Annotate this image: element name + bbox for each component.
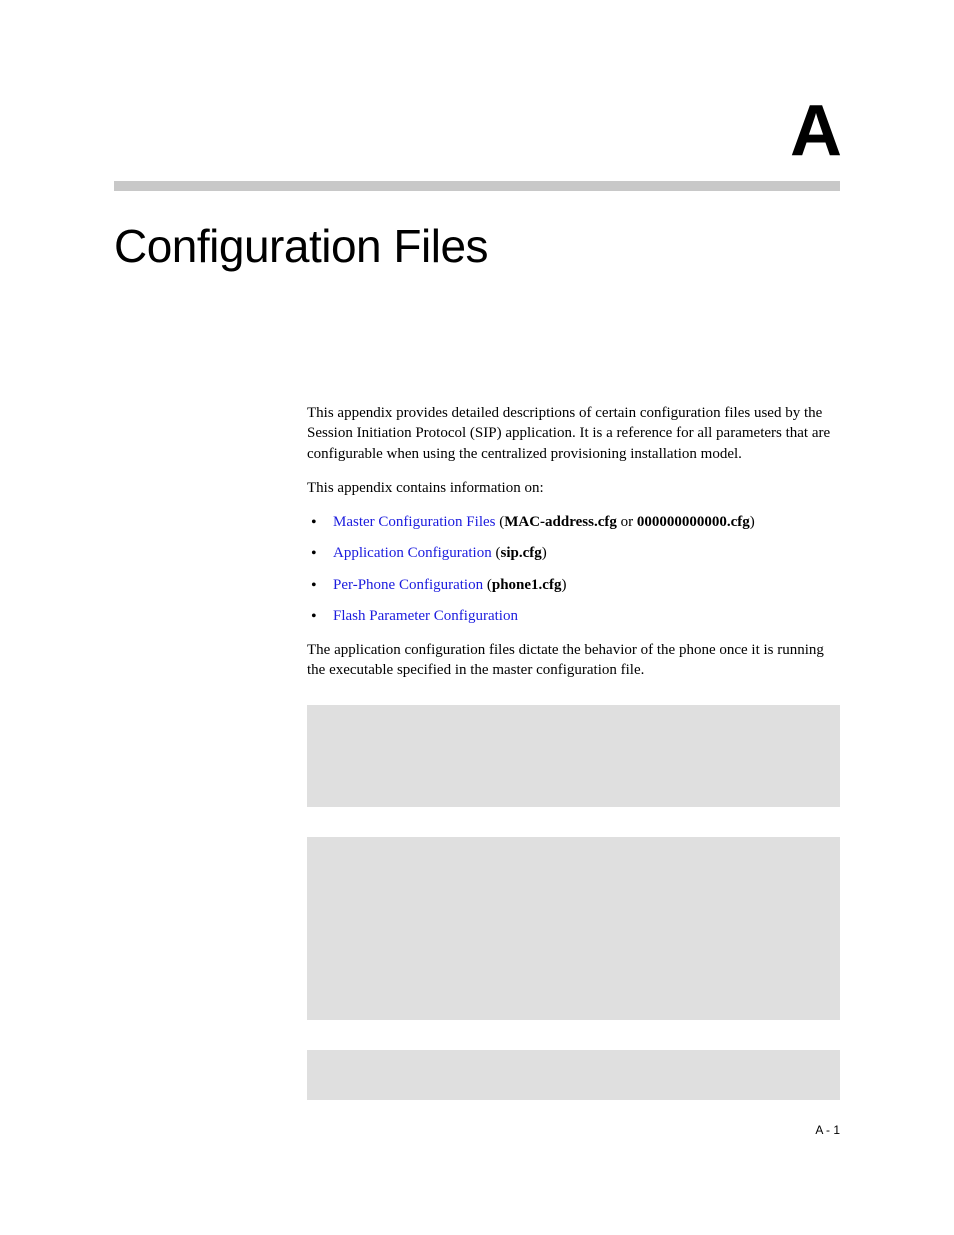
list-item-text: or xyxy=(617,514,637,530)
link-master-config[interactable]: Master Configuration Files xyxy=(333,514,495,530)
body-content: This appendix provides detailed descript… xyxy=(307,403,840,681)
list-item-text: ( xyxy=(495,514,504,530)
link-flash-parameter-config[interactable]: Flash Parameter Configuration xyxy=(333,608,518,624)
intro-paragraph: This appendix provides detailed descript… xyxy=(307,403,840,464)
chapter-title: Configuration Files xyxy=(114,219,840,273)
list-item: Flash Parameter Configuration xyxy=(307,606,840,626)
list-item-bold: sip.cfg xyxy=(500,545,541,561)
appendix-letter: A xyxy=(114,95,840,167)
list-item-text: ) xyxy=(542,545,547,561)
link-application-config[interactable]: Application Configuration xyxy=(333,545,492,561)
content-block xyxy=(307,1050,840,1100)
content-block xyxy=(307,705,840,807)
topic-list: Master Configuration Files (MAC-address.… xyxy=(307,512,840,626)
list-item-bold: 000000000000.cfg xyxy=(637,514,750,530)
header-rule xyxy=(114,181,840,191)
list-item-text: ) xyxy=(561,577,566,593)
list-item: Application Configuration (sip.cfg) xyxy=(307,543,840,563)
page-number: A - 1 xyxy=(815,1123,840,1137)
list-item-text: ( xyxy=(483,577,492,593)
list-item-bold: MAC-address.cfg xyxy=(504,514,617,530)
list-item-text: ) xyxy=(750,514,755,530)
content-block xyxy=(307,837,840,1020)
document-page: A Configuration Files This appendix prov… xyxy=(0,0,954,1235)
tail-paragraph: The application configuration files dict… xyxy=(307,640,840,681)
lead-in-paragraph: This appendix contains information on: xyxy=(307,478,840,498)
list-item-bold: phone1.cfg xyxy=(492,577,562,593)
list-item: Per-Phone Configuration (phone1.cfg) xyxy=(307,575,840,595)
list-item: Master Configuration Files (MAC-address.… xyxy=(307,512,840,532)
link-per-phone-config[interactable]: Per-Phone Configuration xyxy=(333,577,483,593)
